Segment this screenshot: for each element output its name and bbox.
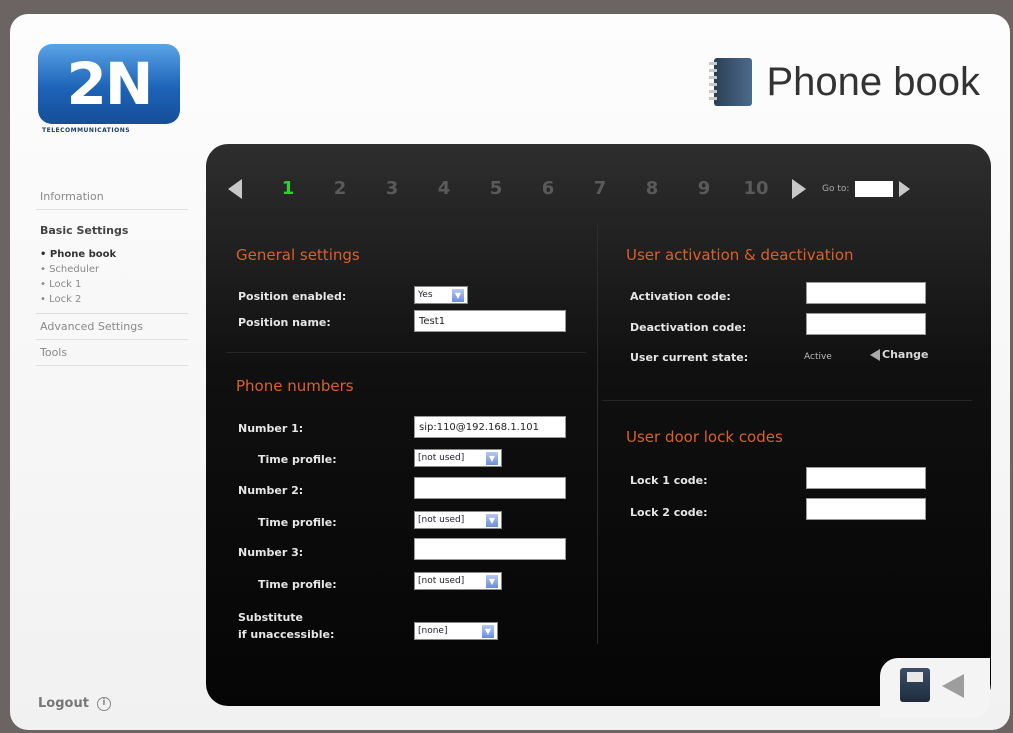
time-profile-3-select[interactable]: [not used] ▼ (414, 572, 502, 590)
sidebar-subitem-scheduler[interactable]: Scheduler (36, 262, 188, 277)
sidebar-subgroup: Phone book Scheduler Lock 1 Lock 2 (36, 247, 188, 314)
time-profile-3-label: Time profile: (258, 578, 337, 591)
change-arrow-icon (870, 349, 880, 361)
number-2-label: Number 2: (238, 484, 304, 497)
time-profile-2-label: Time profile: (258, 516, 337, 529)
lock-2-code-label: Lock 2 code: (630, 506, 708, 519)
activation-code-label: Activation code: (630, 290, 731, 303)
position-enabled-label: Position enabled: (238, 290, 347, 303)
phone-book-icon (709, 58, 753, 106)
sidebar-subitem-lock-1[interactable]: Lock 1 (36, 277, 188, 292)
page-link[interactable]: 10 (730, 178, 782, 199)
page-link[interactable]: 8 (626, 178, 678, 199)
section-divider (602, 400, 972, 401)
logo-mark: 2N (38, 44, 180, 124)
change-label: Change (882, 348, 929, 361)
sidebar-item-tools[interactable]: Tools (36, 340, 188, 366)
current-state-value: Active (804, 352, 832, 362)
activation-code-input[interactable] (806, 282, 926, 304)
substitute-label: Substitute (238, 611, 304, 624)
position-enabled-select[interactable]: Yes ▼ (414, 286, 468, 304)
sidebar-subitem-phone-book[interactable]: Phone book (36, 247, 188, 262)
company-logo: 2N TELECOMMUNICATIONS (38, 44, 180, 140)
goto-input[interactable] (855, 180, 894, 197)
deactivation-code-input[interactable] (806, 313, 926, 335)
time-profile-3-value: [not used] (418, 576, 465, 586)
goto-arrow-icon[interactable] (899, 180, 911, 197)
time-profile-1-label: Time profile: (258, 453, 337, 466)
time-profile-1-value: [not used] (418, 453, 465, 463)
sidebar-subitem-lock-2[interactable]: Lock 2 (36, 292, 188, 307)
sidebar: Information Basic Settings Phone book Sc… (36, 184, 188, 366)
logo-subtitle: TELECOMMUNICATIONS (42, 127, 131, 134)
time-profile-2-value: [not used] (418, 515, 465, 525)
lock-1-code-input[interactable] (806, 467, 926, 489)
page-link[interactable]: 7 (574, 178, 626, 199)
chevron-down-icon: ▼ (486, 451, 498, 465)
chevron-down-icon: ▼ (486, 574, 498, 588)
next-page-arrow-icon[interactable] (792, 178, 806, 199)
number-2-input[interactable] (414, 477, 566, 499)
page-link[interactable]: 5 (470, 178, 522, 199)
deactivation-code-label: Deactivation code: (630, 321, 747, 334)
page-header: Phone book (709, 58, 980, 106)
substitute-label-2: if unaccessible: (238, 628, 335, 641)
door-lock-title: User door lock codes (626, 428, 783, 446)
page-title: Phone book (766, 59, 980, 104)
sidebar-item-basic-settings[interactable]: Basic Settings (36, 218, 188, 243)
page-link[interactable]: 2 (314, 178, 366, 199)
page-link[interactable]: 1 (262, 178, 314, 199)
current-state-label: User current state: (630, 351, 749, 364)
goto-control: Go to: (822, 180, 911, 197)
logout-link[interactable]: Logout i (38, 696, 111, 711)
substitute-select[interactable]: [none] ▼ (414, 622, 498, 640)
general-settings-title: General settings (236, 246, 360, 264)
chevron-down-icon: ▼ (452, 288, 464, 302)
page-link[interactable]: 4 (418, 178, 470, 199)
lock-1-code-label: Lock 1 code: (630, 474, 708, 487)
phone-numbers-title: Phone numbers (236, 377, 354, 395)
main-panel: 1 2 3 4 5 6 7 8 9 10 Go to: General sett… (206, 144, 991, 706)
number-3-label: Number 3: (238, 546, 304, 559)
sidebar-item-information[interactable]: Information (36, 184, 188, 210)
goto-label: Go to: (822, 183, 850, 194)
chevron-down-icon: ▼ (486, 513, 498, 527)
chevron-down-icon: ▼ (482, 624, 494, 638)
page-link[interactable]: 9 (678, 178, 730, 199)
position-pager: 1 2 3 4 5 6 7 8 9 10 Go to: (228, 178, 911, 199)
page-link[interactable]: 6 (522, 178, 574, 199)
position-name-label: Position name: (238, 316, 331, 329)
prev-page-arrow-icon[interactable] (228, 178, 242, 199)
number-3-input[interactable] (414, 538, 566, 560)
position-enabled-value: Yes (418, 290, 433, 300)
logout-label: Logout (38, 696, 89, 711)
column-divider (597, 224, 598, 644)
save-icon[interactable] (900, 668, 930, 702)
activation-title: User activation & deactivation (626, 246, 854, 264)
power-icon: i (96, 696, 111, 711)
page-link[interactable]: 3 (366, 178, 418, 199)
action-bar (880, 658, 990, 718)
back-arrow-icon[interactable] (942, 674, 964, 698)
number-1-input[interactable] (414, 416, 566, 438)
substitute-value: [none] (418, 626, 448, 636)
sidebar-item-advanced-settings[interactable]: Advanced Settings (36, 314, 188, 340)
change-state-button[interactable]: Change (870, 348, 929, 361)
time-profile-1-select[interactable]: [not used] ▼ (414, 449, 502, 467)
position-name-input[interactable] (414, 310, 566, 332)
time-profile-2-select[interactable]: [not used] ▼ (414, 511, 502, 529)
number-1-label: Number 1: (238, 422, 304, 435)
section-divider (226, 352, 586, 353)
lock-2-code-input[interactable] (806, 498, 926, 520)
